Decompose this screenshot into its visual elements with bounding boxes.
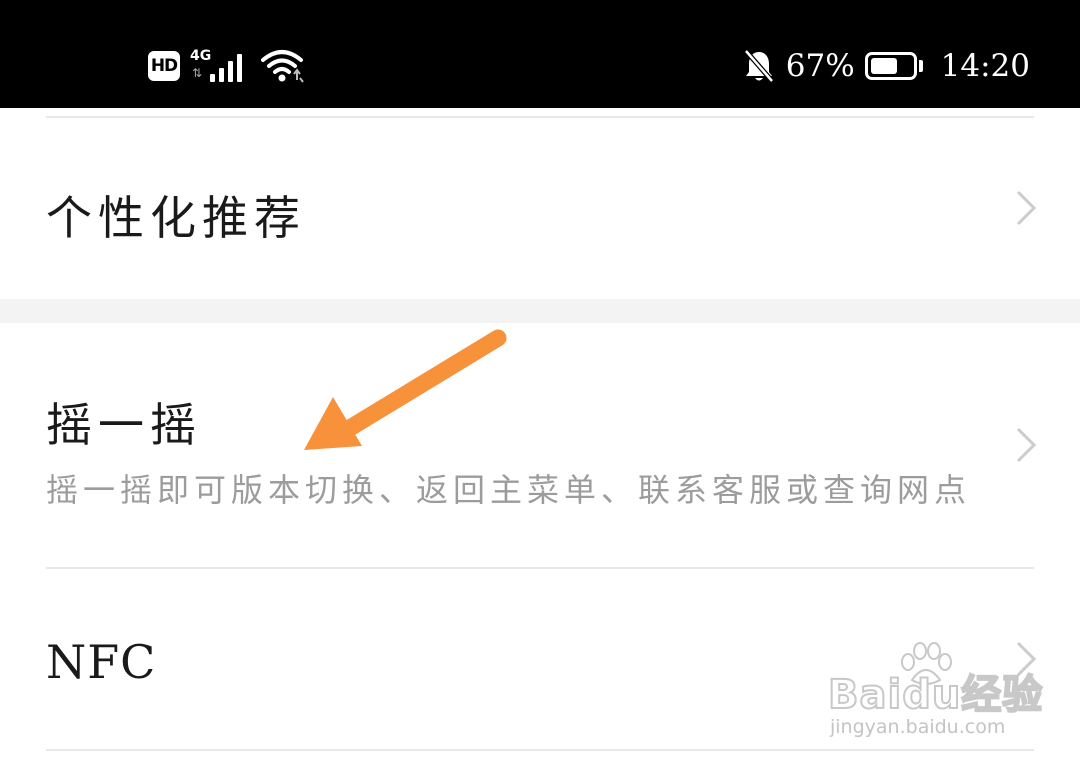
settings-item-nfc[interactable]: NFC [0,569,1080,749]
battery-percent: 67% [785,48,855,84]
chevron-right-icon [1016,427,1037,463]
divider [46,749,1034,751]
signal-bar [228,61,233,82]
battery-fill [870,58,898,74]
status-bar: HD 4G ⇅ 67% 14:20 [0,0,1080,108]
bell-muted-icon [743,49,774,83]
clock: 14:20 [940,48,1030,84]
settings-item-title: NFC [46,635,157,689]
settings-item-subtitle: 摇一摇即可版本切换、返回主菜单、联系客服或查询网点 [46,471,972,509]
hd-label: HD [150,56,178,76]
signal-bar [210,74,215,82]
status-left-group: HD 4G ⇅ [148,46,304,86]
signal-bar [237,54,242,82]
signal-bar [219,68,224,82]
chevron-right-icon [1016,641,1037,677]
signal-bars [210,54,242,82]
hd-icon: HD [148,51,180,81]
signal-icon: 4G ⇅ [190,48,250,84]
battery-tip [918,60,923,72]
battery-icon [864,52,923,80]
network-type-label: 4G [190,48,212,64]
settings-item-shake[interactable]: 摇一摇 摇一摇即可版本切换、返回主菜单、联系客服或查询网点 [0,323,1080,567]
chevron-right-icon [1016,190,1037,226]
settings-item-personalized-recommendation[interactable]: 个性化推荐 [0,118,1080,299]
settings-item-title: 个性化推荐 [46,191,306,245]
battery-body [864,52,917,80]
wifi-icon [261,50,304,83]
data-activity-icon: ⇅ [192,66,203,80]
status-right-group: 67% 14:20 [742,44,1030,88]
settings-item-title: 摇一摇 [46,398,202,452]
section-separator [0,299,1080,323]
